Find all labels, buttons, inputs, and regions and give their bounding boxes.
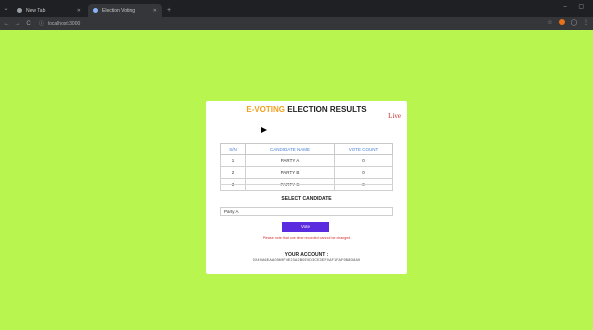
bookmark-star-icon[interactable]: ☆ <box>547 19 553 26</box>
tab-title: Election Voting <box>102 7 136 14</box>
table-row: 2 PARTY B 0 <box>220 166 393 179</box>
header-vote-count: VOTE COUNT <box>334 143 393 155</box>
address-bar[interactable]: ⓘ localhost:3000 <box>39 19 549 29</box>
live-indicator: Live <box>388 112 401 120</box>
table-header-row: S/N CANDIDATE NAME VOTE COUNT <box>220 143 393 155</box>
site-info-icon[interactable]: ⓘ <box>39 20 44 27</box>
tab-search-icon[interactable]: ⌄ <box>0 0 12 17</box>
header-sn: S/N <box>220 143 246 155</box>
title-main: ELECTION RESULTS <box>287 105 367 114</box>
browser-toolbar: ← → C ⓘ localhost:3000 ☆ ◯ ⋮ <box>0 17 593 30</box>
tab-title: New Tab <box>26 7 46 14</box>
profile-icon[interactable]: ◯ <box>571 19 578 26</box>
close-tab-icon[interactable]: ✕ <box>77 8 81 14</box>
cell-candidate: PARTY B <box>245 166 335 179</box>
vote-warning-note: Please note that one time recorded canno… <box>262 236 351 240</box>
extension-icon[interactable] <box>559 19 565 25</box>
browser-tab-newtab[interactable]: New Tab ✕ <box>12 4 86 17</box>
account-address: 0X49A6EAA0969F4E23A2B0E0D3CE3EF0AF1FAF9B… <box>252 258 361 262</box>
table-row: 1 PARTY A 0 <box>220 154 393 167</box>
mouse-pointer-icon <box>261 127 267 133</box>
page-title: E-VOTING ELECTION RESULTS <box>206 105 407 114</box>
browser-tab-election[interactable]: Election Voting ✕ <box>88 4 162 17</box>
vote-button[interactable]: Vote <box>282 222 329 232</box>
divider <box>220 184 393 185</box>
close-tab-icon[interactable]: ✕ <box>153 8 157 14</box>
election-favicon-icon <box>93 8 98 13</box>
browser-tab-bar: ⌄ New Tab ✕ Election Voting ✕ + – ▢ <box>0 0 593 17</box>
cell-sn: 2 <box>220 166 246 179</box>
header-candidate-name: CANDIDATE NAME <box>245 143 335 155</box>
cell-candidate: PARTY A <box>245 154 335 167</box>
cell-sn: 1 <box>220 154 246 167</box>
newtab-favicon-icon <box>17 8 22 13</box>
cell-votes: 0 <box>334 166 393 179</box>
window-controls[interactable]: – ▢ <box>563 3 589 10</box>
title-prefix: E-VOTING <box>246 105 285 114</box>
election-results-card: E-VOTING ELECTION RESULTS Live S/N CANDI… <box>206 101 407 274</box>
menu-kebab-icon[interactable]: ⋮ <box>583 19 589 26</box>
cell-votes: 0 <box>334 154 393 167</box>
reload-icon[interactable]: C <box>24 21 33 27</box>
select-candidate-label: SELECT CANDIDATE <box>281 196 332 202</box>
address-text: localhost:3000 <box>48 20 81 27</box>
candidate-select[interactable]: Party A <box>220 207 393 216</box>
back-arrow-icon[interactable]: ← <box>2 21 11 27</box>
new-tab-button[interactable]: + <box>164 4 171 17</box>
forward-arrow-icon[interactable]: → <box>13 21 22 27</box>
